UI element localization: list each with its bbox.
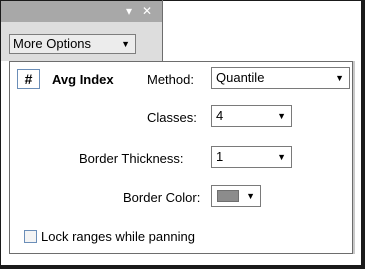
chevron-down-icon: ▼ — [277, 111, 286, 121]
method-value: Quantile — [216, 70, 265, 85]
field-name: Avg Index — [52, 72, 114, 87]
frame-shadow-bottom — [1, 265, 364, 268]
method-label: Method: — [147, 72, 194, 87]
frame-shadow-right — [361, 1, 364, 268]
close-icon[interactable]: ✕ — [142, 4, 152, 18]
dropdown-icon[interactable]: ▾ — [126, 4, 132, 18]
more-options-button[interactable]: More Options ▼ — [9, 34, 136, 54]
classes-value: 4 — [216, 108, 224, 123]
numeric-field-icon[interactable]: # — [17, 69, 40, 89]
color-swatch — [217, 190, 239, 202]
classes-label: Classes: — [147, 110, 197, 125]
lock-ranges-label[interactable]: Lock ranges while panning — [41, 229, 195, 244]
border-thickness-value: 1 — [216, 149, 224, 164]
method-select[interactable]: Quantile ▼ — [211, 67, 350, 89]
border-thickness-label: Border Thickness: — [79, 151, 184, 166]
toolbar: More Options ▼ — [1, 22, 162, 61]
chevron-down-icon: ▼ — [277, 152, 286, 162]
chevron-down-icon: ▼ — [335, 73, 344, 83]
panel-titlebar: ▾ ✕ — [1, 1, 162, 22]
toolbar-divider — [162, 0, 163, 61]
panel-shadow — [353, 61, 355, 254]
more-options-label: More Options — [13, 36, 92, 51]
lock-ranges-checkbox[interactable] — [24, 230, 37, 243]
border-color-label: Border Color: — [123, 190, 201, 205]
chevron-down-icon: ▼ — [121, 39, 130, 49]
border-thickness-select[interactable]: 1 ▼ — [211, 146, 292, 168]
border-color-picker[interactable]: ▼ — [211, 185, 261, 207]
classes-select[interactable]: 4 ▼ — [211, 105, 292, 127]
chevron-down-icon: ▼ — [246, 191, 255, 201]
